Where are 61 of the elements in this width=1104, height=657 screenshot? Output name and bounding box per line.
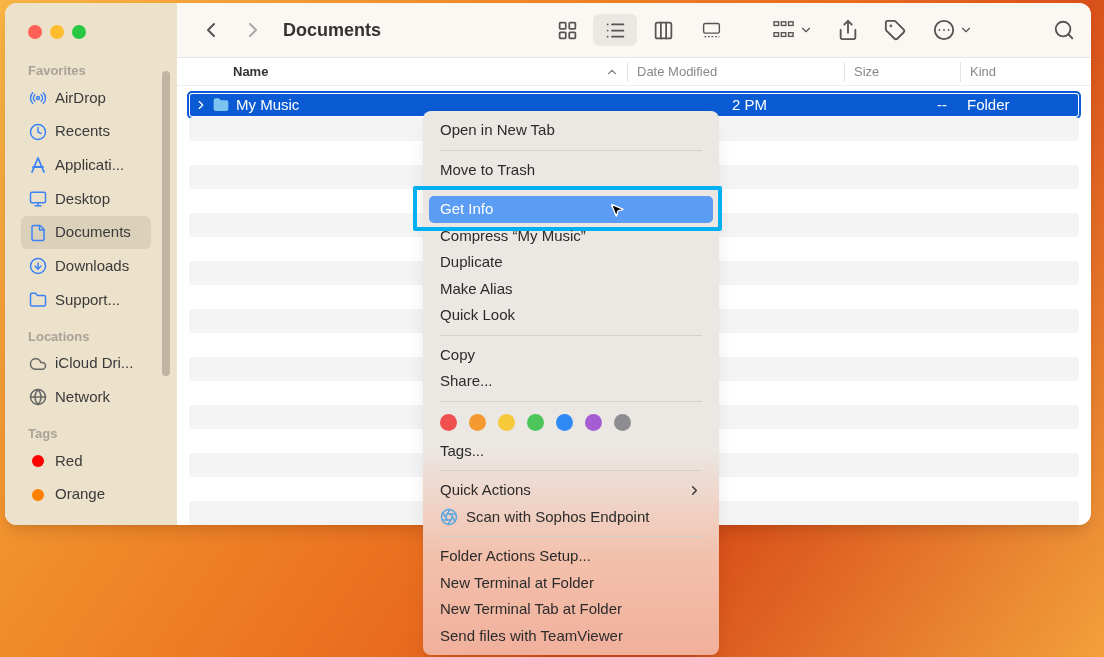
column-header[interactable]: Name xyxy=(189,61,627,82)
search-icon[interactable] xyxy=(1053,19,1075,41)
sidebar-section-title: Tags xyxy=(27,425,59,444)
menu-item[interactable]: Duplicate xyxy=(429,249,713,276)
menu-item[interactable]: Copy xyxy=(429,341,713,368)
grid-view-icon xyxy=(556,19,578,41)
share-icon[interactable] xyxy=(837,19,859,41)
column-view-icon xyxy=(652,19,674,41)
sidebar-section-title: Locations xyxy=(27,327,91,346)
column-header[interactable]: Size xyxy=(844,61,960,82)
menu-item[interactable]: Send files with TeamViewer xyxy=(429,622,713,649)
menu-item[interactable]: Quick Actions xyxy=(429,477,713,504)
compass-icon xyxy=(29,156,47,175)
zoom-button[interactable] xyxy=(72,25,86,39)
menu-item[interactable]: New Terminal Tab at Folder xyxy=(429,596,713,623)
more-button[interactable] xyxy=(933,19,973,41)
sidebar-item[interactable]: Support... xyxy=(21,283,151,317)
sidebar-item[interactable]: Applicati... xyxy=(21,148,151,183)
menu-item[interactable]: Move to Trash xyxy=(429,156,713,183)
file-name: My Music xyxy=(236,94,300,115)
kind-cell-text: Folder xyxy=(966,94,1011,115)
date-cell-text: 2 PM xyxy=(731,94,768,115)
sidebar-item[interactable]: Red xyxy=(21,444,151,478)
sidebar-item[interactable]: Recents xyxy=(21,114,151,149)
ellipsis-icon xyxy=(933,19,955,41)
menu-item[interactable]: Scan with Sophos Endpoint xyxy=(429,503,713,530)
file-row[interactable]: My Music 2 PM -- Folder xyxy=(189,93,1079,117)
sidebar-item[interactable]: Downloads xyxy=(21,249,151,284)
menu-item[interactable]: Folder Actions Setup... xyxy=(429,543,713,570)
sidebar-item[interactable]: AirDrop xyxy=(21,81,151,115)
clock-icon xyxy=(29,122,47,141)
sidebar-item[interactable]: Orange xyxy=(21,477,151,512)
menu-item[interactable]: Open in New Tab xyxy=(429,117,713,144)
desktop-icon xyxy=(29,189,47,208)
sidebar-item[interactable]: Documents xyxy=(21,215,151,250)
group-button[interactable] xyxy=(773,20,813,40)
menu-item[interactable]: New Terminal at Folder xyxy=(429,569,713,596)
column-header[interactable]: Kind xyxy=(960,61,1091,82)
close-button[interactable] xyxy=(28,25,42,39)
globe-icon xyxy=(29,388,47,407)
menu-item[interactable]: Make Alias xyxy=(429,275,713,302)
menu-item[interactable]: Quick Look xyxy=(429,302,713,329)
menu-item[interactable]: Tags... xyxy=(429,437,713,464)
sidebar-item[interactable]: iCloud Dri... xyxy=(21,346,151,381)
sidebar-item[interactable]: Network xyxy=(21,380,151,415)
document-icon xyxy=(29,223,47,242)
size-cell-text: -- xyxy=(936,94,948,115)
sidebar-item[interactable]: Desktop xyxy=(21,182,151,216)
window-title: Documents xyxy=(283,18,381,42)
menu-item[interactable]: Share... xyxy=(429,368,713,395)
download-icon xyxy=(29,257,47,276)
folder-icon xyxy=(212,97,230,113)
scrollbar[interactable] xyxy=(162,71,170,376)
column-header[interactable]: Date Modified xyxy=(627,61,844,82)
tag-icon[interactable] xyxy=(884,19,906,41)
menu-item[interactable]: Compress “My Music” xyxy=(429,222,713,249)
sidebar-section-title: Favorites xyxy=(27,62,87,80)
cursor-icon xyxy=(609,201,625,219)
view-mode-button[interactable] xyxy=(593,14,637,46)
group-icon xyxy=(773,20,795,40)
folder-icon xyxy=(29,290,47,309)
